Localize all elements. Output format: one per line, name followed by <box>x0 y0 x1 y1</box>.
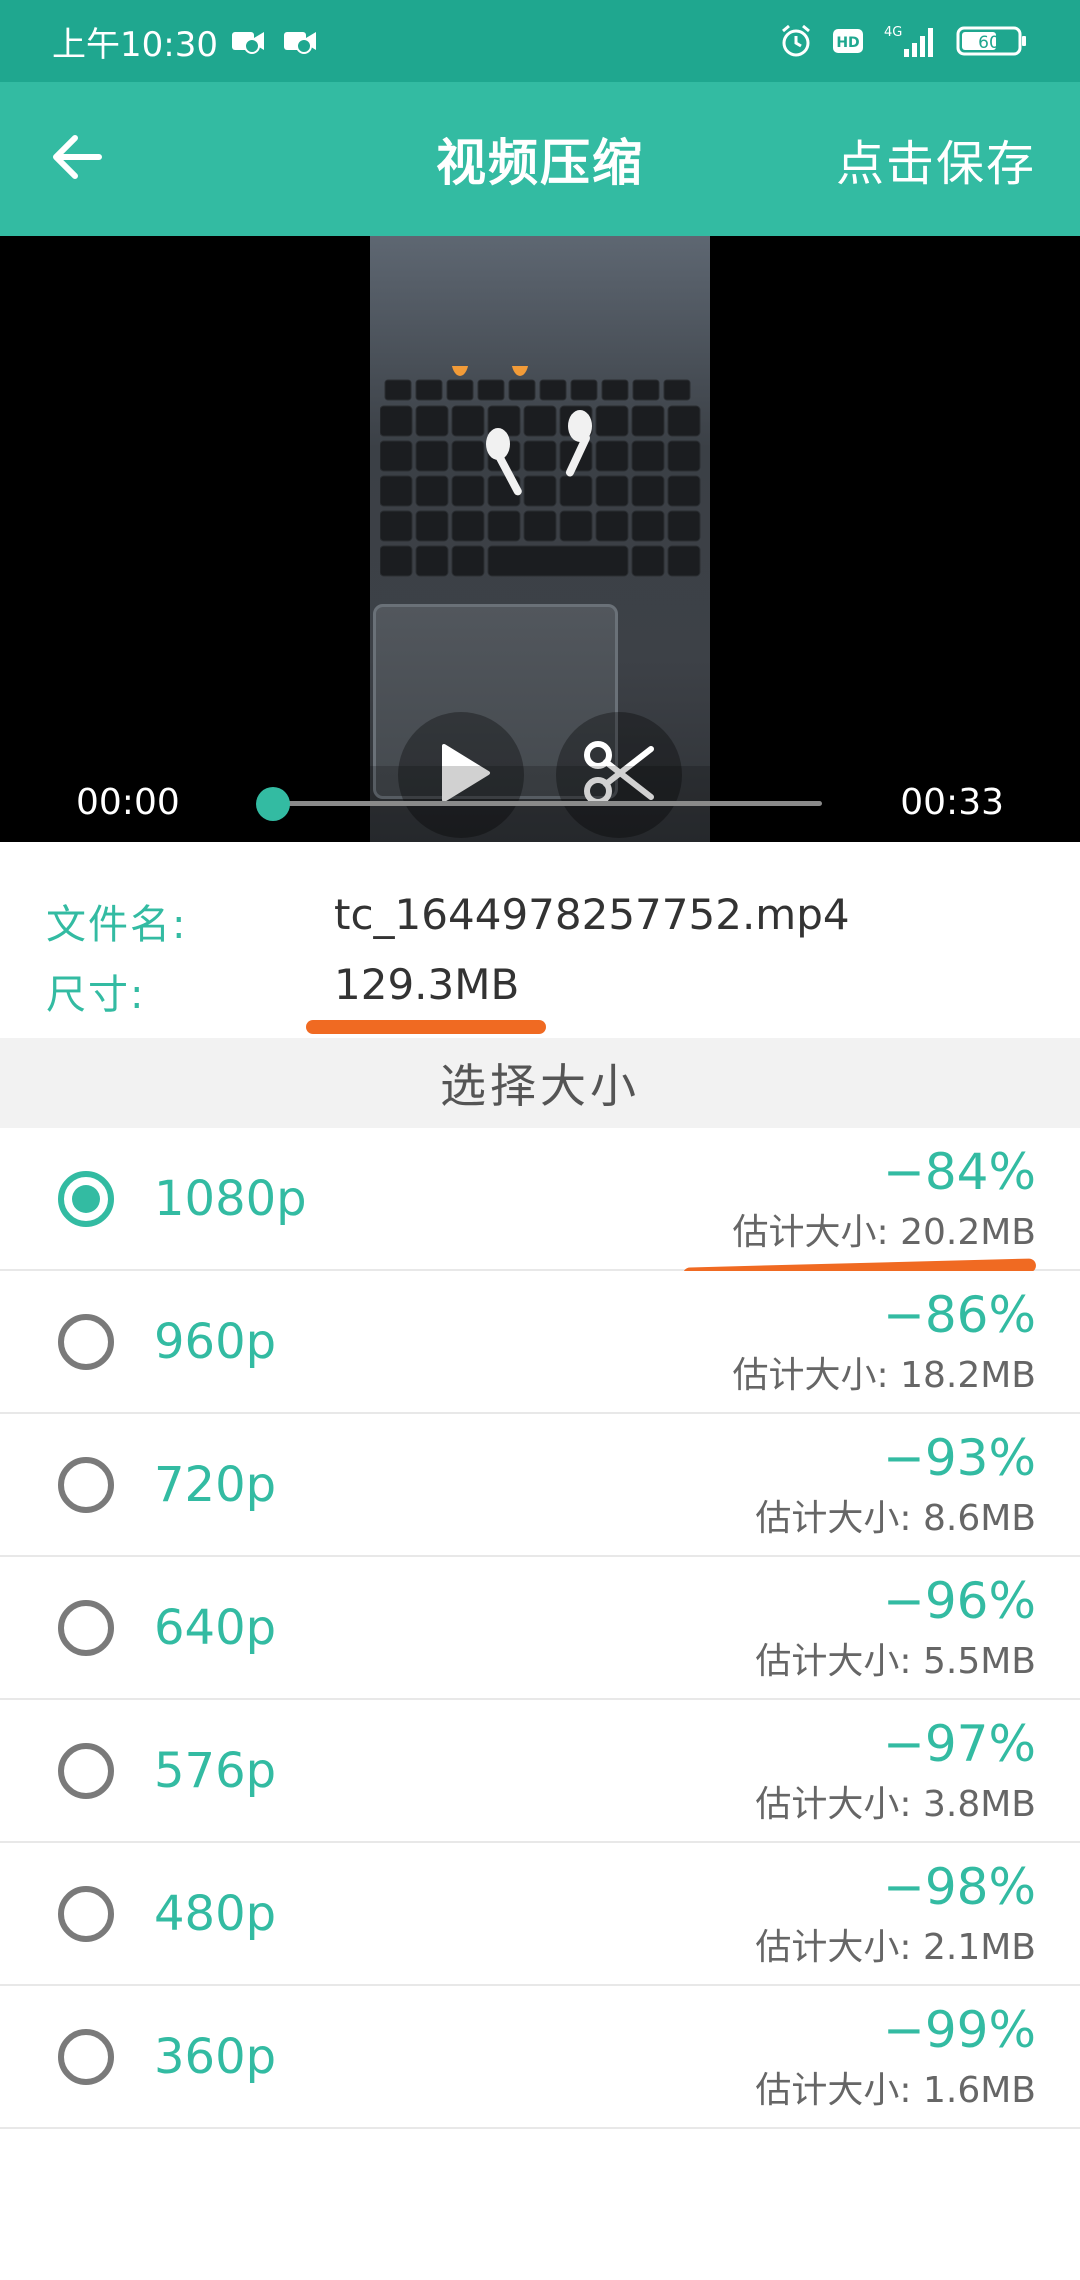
status-time: 上午10:30 <box>52 24 218 65</box>
app-bar: 视频压缩 点击保存 <box>0 82 1080 236</box>
reduction-percent: −97% <box>882 1715 1036 1773</box>
file-name-value: tc_1644978257752.mp4 <box>334 890 850 939</box>
toy-figure-image <box>451 366 529 376</box>
status-right: HD 4G 60 <box>778 23 1028 59</box>
option-576p[interactable]: 576p −97% 估计大小: 3.8MB <box>0 1700 1080 1843</box>
radio-button[interactable] <box>58 1457 114 1513</box>
resolution-label: 640p <box>154 1600 277 1656</box>
reduction-percent: −86% <box>882 1286 1036 1344</box>
status-bar: 上午10:30 HD 4G 60 <box>0 0 1080 82</box>
signal-icon: 4G <box>882 23 938 59</box>
reduction-percent: −96% <box>882 1572 1036 1630</box>
alarm-icon <box>778 23 814 59</box>
estimated-size: 估计大小: 5.5MB <box>755 1641 1036 1682</box>
current-time: 00:00 <box>76 781 180 823</box>
option-960p[interactable]: 960p −86% 估计大小: 18.2MB <box>0 1271 1080 1414</box>
reduction-percent: −84% <box>882 1143 1036 1201</box>
estimated-size: 估计大小: 3.8MB <box>755 1784 1036 1825</box>
file-size-label: 尺寸: <box>46 972 146 1018</box>
reduction-percent: −93% <box>882 1429 1036 1487</box>
video-notification-icon <box>282 26 322 56</box>
option-480p[interactable]: 480p −98% 估计大小: 2.1MB <box>0 1843 1080 1986</box>
radio-button[interactable] <box>58 1314 114 1370</box>
section-title: 选择大小 <box>0 1038 1080 1128</box>
estimated-size: 估计大小: 1.6MB <box>755 2070 1036 2111</box>
video-controls: 00:00 00:33 <box>0 766 1080 842</box>
battery-icon: 60 <box>956 23 1028 59</box>
resolution-label: 960p <box>154 1314 277 1370</box>
file-info: 文件名: tc_1644978257752.mp4 尺寸: 129.3MB <box>0 842 1080 1038</box>
arrow-left-icon <box>49 129 105 189</box>
total-time: 00:33 <box>900 781 1004 823</box>
svg-text:60: 60 <box>978 33 1000 53</box>
status-left: 上午10:30 <box>52 17 322 66</box>
radio-button[interactable] <box>58 1171 114 1227</box>
size-highlight-mark <box>306 1020 546 1034</box>
radio-button[interactable] <box>58 2029 114 2085</box>
seek-bar[interactable] <box>256 787 822 821</box>
back-button[interactable] <box>40 122 114 196</box>
resolution-options: 1080p −84% 估计大小: 20.2MB 960p −86% 估计大小: … <box>0 1128 1080 2129</box>
radio-button[interactable] <box>58 1886 114 1942</box>
reduction-percent: −99% <box>882 2001 1036 2059</box>
video-player[interactable]: 00:00 00:33 <box>0 236 1080 842</box>
reduction-percent: −98% <box>882 1858 1036 1916</box>
estimated-size: 估计大小: 8.6MB <box>755 1498 1036 1539</box>
option-720p[interactable]: 720p −93% 估计大小: 8.6MB <box>0 1414 1080 1557</box>
resolution-label: 720p <box>154 1457 277 1513</box>
save-button[interactable]: 点击保存 <box>836 82 1036 236</box>
video-notification-icon <box>230 26 270 56</box>
resolution-label: 1080p <box>154 1171 307 1227</box>
estimated-size: 估计大小: 2.1MB <box>755 1927 1036 1968</box>
radio-button[interactable] <box>58 1600 114 1656</box>
radio-button[interactable] <box>58 1743 114 1799</box>
svg-text:HD: HD <box>836 35 859 51</box>
file-size-value: 129.3MB <box>334 960 520 1009</box>
estimated-size: 估计大小: 18.2MB <box>732 1355 1037 1396</box>
option-1080p[interactable]: 1080p −84% 估计大小: 20.2MB <box>0 1128 1080 1282</box>
resolution-label: 360p <box>154 2029 277 2085</box>
resolution-label: 480p <box>154 1886 277 1942</box>
svg-text:4G: 4G <box>884 25 902 40</box>
resolution-label: 576p <box>154 1743 277 1799</box>
seek-thumb[interactable] <box>256 787 290 821</box>
file-name-label: 文件名: <box>46 902 188 948</box>
estimated-size: 估计大小: 20.2MB <box>732 1212 1037 1253</box>
hd-icon: HD <box>832 27 864 55</box>
option-360p[interactable]: 360p −99% 估计大小: 1.6MB <box>0 1986 1080 2129</box>
option-640p[interactable]: 640p −96% 估计大小: 5.5MB <box>0 1557 1080 1700</box>
